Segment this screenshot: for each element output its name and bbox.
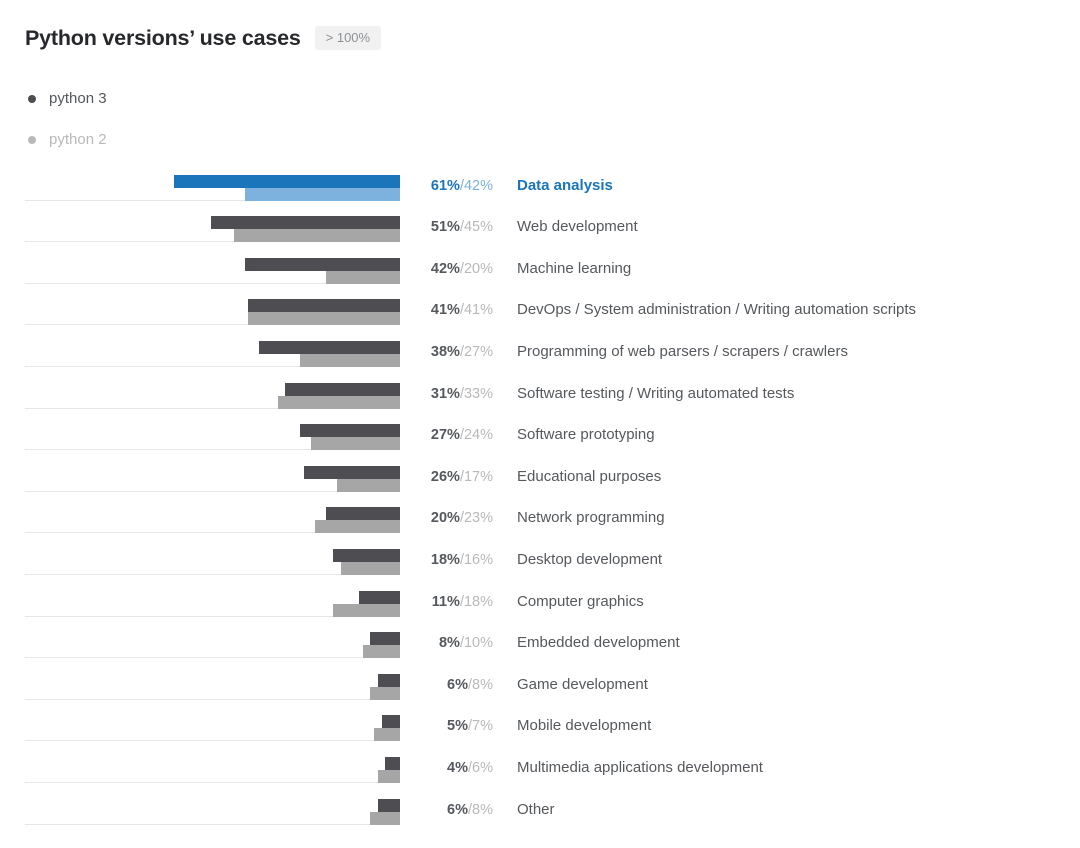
value-python2: 7% — [472, 718, 493, 735]
value-python2: 16% — [463, 551, 493, 568]
chart-header: Python versions’ use cases > 100% — [0, 0, 1080, 56]
value-python2: 33% — [463, 385, 493, 402]
value-python3: 5% — [447, 718, 468, 735]
value-python3: 26% — [430, 468, 460, 485]
chart-row[interactable]: 26%/17% Educational purposes — [0, 457, 1080, 499]
row-values: 5%/7% — [340, 718, 493, 734]
chart-row[interactable]: 5%/7% Mobile development — [0, 707, 1080, 749]
chart-row[interactable]: 51%/45% Web development — [0, 208, 1080, 250]
value-python3: 31% — [430, 385, 460, 402]
legend-item-py3[interactable]: python 3 — [28, 78, 1080, 119]
row-category-label: Embedded development — [517, 634, 680, 652]
row-values: 18%/16% — [340, 552, 493, 568]
chart-row[interactable]: 42%/20% Machine learning — [0, 249, 1080, 291]
row-values: 27%/24% — [340, 427, 493, 443]
legend-item-py2[interactable]: python 2 — [28, 119, 1080, 160]
value-python2: 17% — [463, 468, 493, 485]
row-category-label: Multimedia applications development — [517, 758, 763, 776]
value-python3: 11% — [431, 593, 460, 610]
row-category-label: Educational purposes — [517, 467, 662, 485]
chart-row[interactable]: 41%/41% DevOps / System administration / … — [0, 291, 1080, 333]
value-python3: 27% — [430, 427, 460, 444]
row-values: 42%/20% — [340, 261, 493, 277]
row-values: 8%/10% — [340, 635, 493, 651]
value-python2: 6% — [472, 759, 493, 776]
chart-row[interactable]: 61%/42% Data analysis — [0, 166, 1080, 208]
chart-row[interactable]: 38%/27% Programming of web parsers / scra… — [0, 332, 1080, 374]
value-python2: 8% — [472, 676, 493, 693]
value-python3: 20% — [430, 510, 460, 527]
row-category-label: Programming of web parsers / scrapers / … — [517, 342, 848, 360]
row-category-label: DevOps / System administration / Writing… — [517, 301, 917, 319]
row-values: 4%/6% — [340, 760, 493, 776]
chart-row[interactable]: 11%/18% Computer graphics — [0, 582, 1080, 624]
chart-row[interactable]: 27%/24% Software prototyping — [0, 416, 1080, 458]
value-python3: 8% — [438, 635, 460, 652]
value-python2: 18% — [463, 593, 493, 610]
row-values: 31%/33% — [340, 386, 493, 402]
row-values: 41%/41% — [340, 302, 493, 318]
value-python3: 6% — [447, 676, 468, 693]
chart-row[interactable]: 18%/16% Desktop development — [0, 540, 1080, 582]
value-python3: 18% — [430, 551, 460, 568]
row-category-label: Computer graphics — [517, 592, 644, 610]
row-values: 38%/27% — [340, 344, 493, 360]
row-values: 6%/8% — [340, 677, 493, 693]
legend-item-label: python 2 — [49, 131, 107, 148]
row-category-label: Software testing / Writing automated tes… — [517, 384, 795, 402]
legend-item-label: python 3 — [49, 90, 107, 107]
chart-row[interactable]: 4%/6% Multimedia applications development — [0, 748, 1080, 790]
chart-row[interactable]: 20%/23% Network programming — [0, 499, 1080, 541]
row-category-label: Desktop development — [517, 550, 663, 568]
value-python2: 23% — [463, 510, 493, 527]
row-values: 51%/45% — [340, 219, 493, 235]
value-python2: 42% — [463, 177, 493, 194]
legend-dot-icon — [28, 135, 36, 144]
legend-dot-icon — [28, 94, 36, 103]
bar-chart-rows: 61%/42% Data analysis 51%/45% Web developme… — [0, 166, 1080, 832]
row-category-label: Other — [517, 800, 555, 818]
status-badge: > 100% — [314, 26, 382, 50]
value-python2: 10% — [463, 635, 493, 652]
chart-legend: python 3 python 2 — [28, 78, 1080, 160]
row-category-label: Software prototyping — [517, 426, 655, 444]
row-category-label: Machine learning — [517, 259, 632, 277]
value-python2: 20% — [463, 260, 493, 277]
value-python3: 51% — [430, 219, 460, 236]
row-category-label: Game development — [517, 675, 648, 693]
value-python2: 24% — [463, 427, 493, 444]
row-values: 20%/23% — [340, 510, 493, 526]
row-values: 61%/42% — [340, 178, 493, 194]
row-values: 6%/8% — [340, 802, 493, 818]
value-python2: 45% — [463, 219, 493, 236]
row-values: 26%/17% — [340, 469, 493, 485]
page-title: Python versions’ use cases — [25, 25, 301, 50]
value-python3: 42% — [430, 260, 460, 277]
row-category-label: Mobile development — [517, 717, 652, 735]
value-python2: 41% — [463, 302, 493, 319]
chart-row[interactable]: 31%/33% Software testing / Writing automa… — [0, 374, 1080, 416]
value-python2: 27% — [463, 343, 493, 360]
value-python3: 41% — [430, 302, 460, 319]
chart-row[interactable]: 6%/8% Game development — [0, 665, 1080, 707]
chart-row[interactable]: 8%/10% Embedded development — [0, 624, 1080, 666]
row-values: 11%/18% — [340, 594, 493, 610]
value-python2: 8% — [472, 801, 493, 818]
chart-row[interactable]: 6%/8% Other — [0, 790, 1080, 832]
row-category-label: Network programming — [517, 509, 665, 527]
row-category-label: Data analysis — [517, 176, 613, 194]
value-python3: 4% — [447, 759, 468, 776]
row-category-label: Web development — [517, 218, 638, 236]
value-python3: 6% — [447, 801, 468, 818]
value-python3: 38% — [430, 343, 460, 360]
value-python3: 61% — [430, 177, 460, 194]
